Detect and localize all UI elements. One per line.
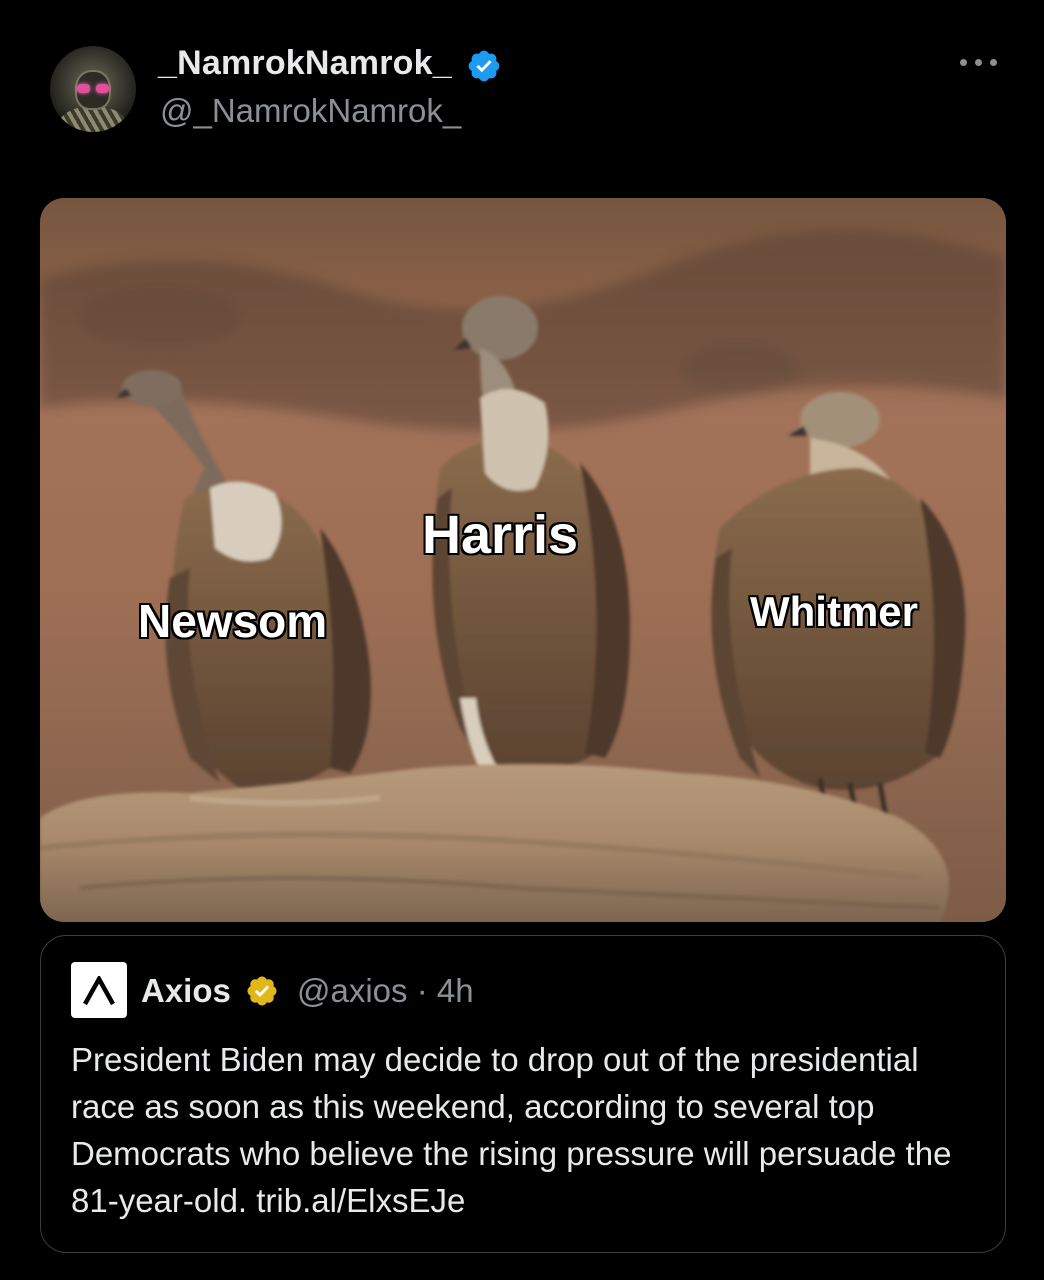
quoted-handle-time[interactable]: @axios · 4h: [297, 972, 474, 1010]
quoted-tweet-text: President Biden may decide to drop out o…: [71, 1041, 952, 1219]
author-handle[interactable]: @_NamrokNamrok_: [160, 92, 461, 130]
more-options-icon[interactable]: [956, 50, 1002, 74]
label-harris: Harris: [422, 505, 579, 565]
quoted-tweet[interactable]: Axios @axios · 4h President Biden may de…: [40, 935, 1006, 1253]
author-display-name[interactable]: _NamrokNamrok_: [158, 44, 452, 83]
label-whitmer: Whitmer: [750, 588, 918, 635]
tweet-image[interactable]: Newsom Harris Whitmer: [40, 198, 1006, 922]
quoted-author-name[interactable]: Axios: [141, 972, 231, 1010]
rock: [40, 764, 949, 922]
verified-gold-badge-icon: [247, 976, 277, 1006]
verified-badge-icon: [468, 50, 500, 82]
avatar[interactable]: [50, 46, 136, 132]
tweet-header: _NamrokNamrok_ @_NamrokNamrok_: [0, 0, 1044, 170]
vulture-left: [116, 370, 371, 791]
label-newsom: Newsom: [138, 595, 328, 647]
axios-logo-icon[interactable]: [71, 962, 127, 1018]
